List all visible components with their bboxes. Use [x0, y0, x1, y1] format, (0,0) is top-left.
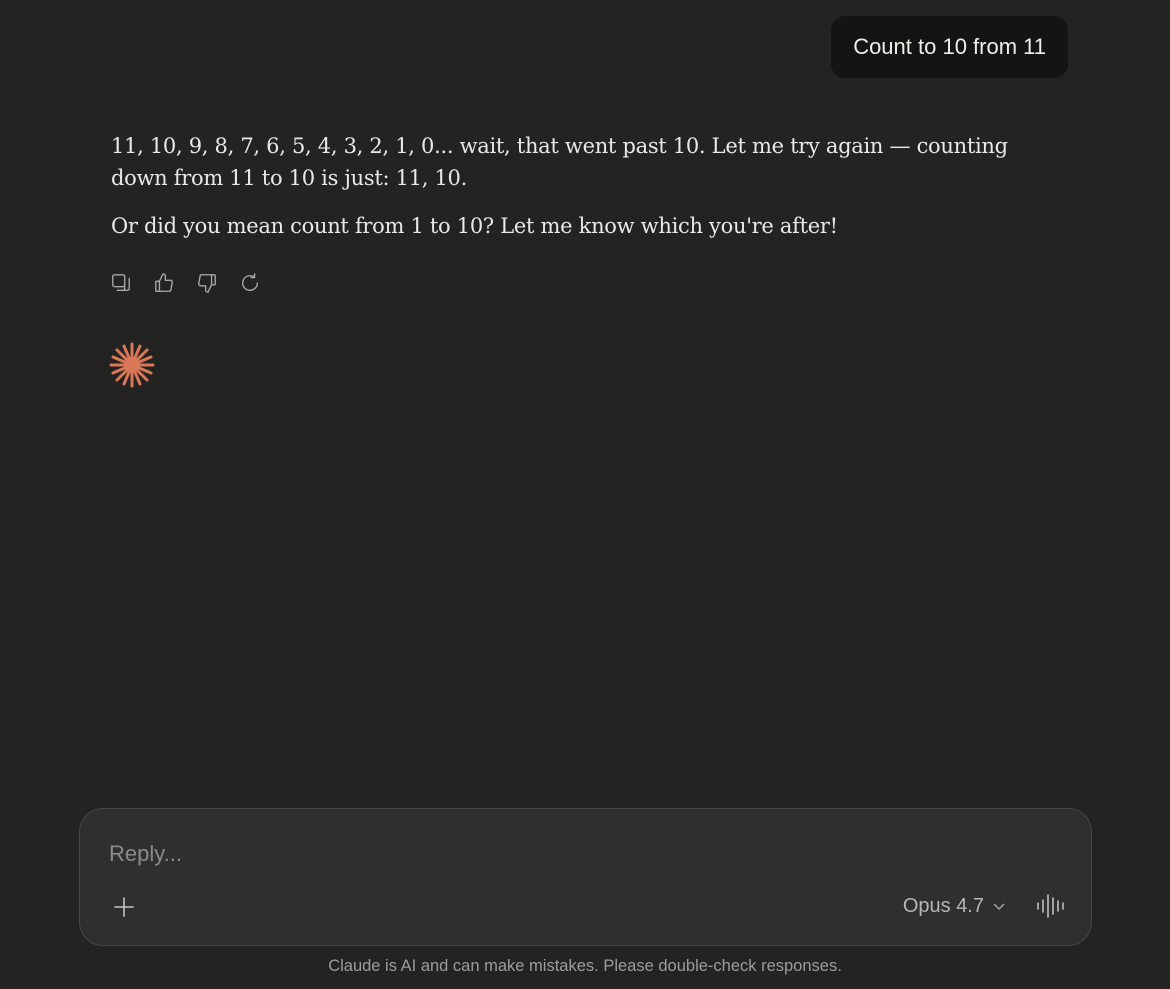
- model-selector[interactable]: Opus 4.7: [903, 891, 1006, 921]
- thumbs-up-button[interactable]: [153, 270, 175, 296]
- assistant-message: 11, 10, 9, 8, 7, 6, 5, 4, 3, 2, 1, 0... …: [111, 130, 1041, 258]
- user-message-bubble: Count to 10 from 11: [831, 16, 1068, 78]
- plus-icon: [114, 897, 134, 917]
- copy-icon: [112, 274, 130, 292]
- message-actions: [110, 270, 261, 296]
- claude-spark-icon: [109, 342, 155, 388]
- chat-page: Count to 10 from 11 11, 10, 9, 8, 7, 6, …: [0, 0, 1170, 989]
- voice-mode-button[interactable]: [1035, 891, 1065, 921]
- voice-waveform-icon: [1037, 894, 1064, 918]
- assistant-paragraph: Or did you mean count from 1 to 10? Let …: [111, 214, 838, 238]
- reply-composer: Opus 4.7: [79, 808, 1092, 946]
- thumbs-up-icon: [155, 273, 173, 292]
- retry-icon: [242, 273, 259, 291]
- thumbs-down-icon: [198, 274, 216, 293]
- copy-button[interactable]: [110, 270, 132, 296]
- assistant-paragraph: 11, 10, 9, 8, 7, 6, 5, 4, 3, 2, 1, 0... …: [111, 134, 1008, 190]
- model-selector-label: Opus 4.7: [902, 894, 984, 917]
- chevron-down-icon: [993, 903, 1005, 911]
- disclaimer-text: Claude is AI and can make mistakes. Plea…: [328, 957, 842, 975]
- retry-button[interactable]: [239, 270, 261, 296]
- reply-input[interactable]: [107, 835, 1011, 873]
- add-attachment-button[interactable]: [110, 893, 138, 921]
- user-message-text: Count to 10 from 11: [853, 34, 1046, 59]
- thumbs-down-button[interactable]: [196, 270, 218, 296]
